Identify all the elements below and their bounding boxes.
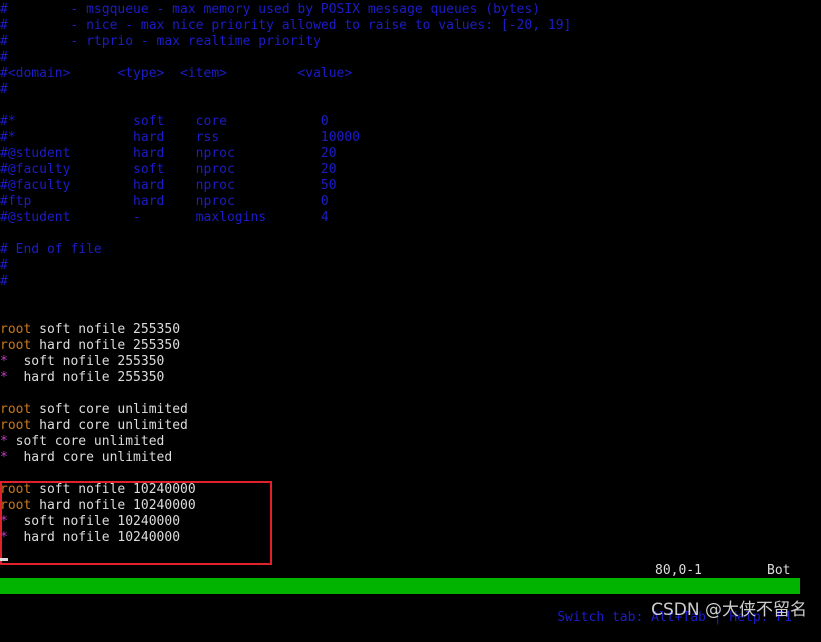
comment-line: # — [0, 50, 8, 65]
comment-line: #@faculty hard nproc 50 — [0, 178, 337, 193]
comment-line: #* hard rss 10000 — [0, 130, 361, 145]
limit-spec: soft core unlimited — [31, 402, 188, 417]
config-line: * hard nofile 255350 — [0, 370, 164, 386]
session-name: [anaconda] — [31, 610, 110, 625]
domain-keyword: root — [0, 322, 32, 337]
ruler-position: 80,0-1 — [655, 563, 702, 578]
comment-line: #@student - maxlogins 4 — [0, 210, 329, 225]
text-cursor — [0, 558, 8, 561]
limit-spec: soft nofile 255350 — [31, 322, 181, 337]
comment-line: # — [0, 258, 8, 273]
limit-spec: hard nofile 255350 — [7, 370, 165, 385]
comment-line: #ftp hard nproc 0 — [0, 194, 329, 209]
config-line: * soft core unlimited — [0, 434, 164, 450]
domain-keyword: root — [0, 338, 32, 353]
comment-line: #* soft core 0 — [0, 114, 329, 129]
highlight-box — [0, 481, 272, 565]
limit-spec: hard core unlimited — [31, 418, 188, 433]
domain-keyword: root — [0, 402, 32, 417]
limit-spec: hard core unlimited — [7, 450, 173, 465]
tab-log[interactable]: 3:log — [251, 610, 290, 625]
limit-spec: soft nofile 255350 — [7, 354, 165, 369]
limit-spec: soft core unlimited — [7, 434, 165, 449]
comment-line: # - rtprio - max realtime priority — [0, 34, 321, 49]
config-line: * hard core unlimited — [0, 450, 172, 466]
tmux-status-bar: [anaconda] 1:main* 2:shell 3:log 4:stora… — [0, 578, 800, 625]
domain-keyword: root — [0, 418, 32, 433]
tab-program-log[interactable]: 5:program-log — [423, 610, 525, 625]
config-line: root hard nofile 255350 — [0, 338, 180, 354]
comment-line: # End of file — [0, 242, 102, 257]
comment-line: # - msgqueue - max memory used by POSIX … — [0, 2, 541, 17]
tab-main[interactable]: 1:main* — [117, 610, 172, 625]
config-line: root soft core unlimited — [0, 402, 188, 418]
domain-keyword: * — [0, 354, 8, 369]
domain-keyword: * — [0, 370, 8, 385]
comment-line: # — [0, 82, 8, 97]
config-line: root soft nofile 255350 — [0, 322, 180, 338]
tab-list: [anaconda] 1:main* 2:shell 3:log 4:stora… — [0, 594, 524, 642]
limit-spec: hard nofile 255350 — [31, 338, 181, 353]
domain-keyword: * — [0, 434, 8, 449]
tab-storage-log[interactable]: 4:storage-log — [305, 610, 407, 625]
csdn-watermark: CSDN @大侠不留名 — [651, 600, 807, 620]
comment-line: # - nice - max nice priority allowed to … — [0, 18, 572, 33]
config-line: root hard core unlimited — [0, 418, 188, 434]
comment-line: #<domain> <type> <item> <value> — [0, 66, 353, 81]
ruler-scroll: Bot — [767, 563, 791, 578]
comment-line: #@faculty soft nproc 20 — [0, 162, 337, 177]
comment-line: #@student hard nproc 20 — [0, 146, 337, 161]
config-line: * soft nofile 255350 — [0, 354, 164, 370]
domain-keyword: * — [0, 450, 8, 465]
tab-shell[interactable]: 2:shell — [180, 610, 235, 625]
comment-line: # — [0, 274, 8, 289]
